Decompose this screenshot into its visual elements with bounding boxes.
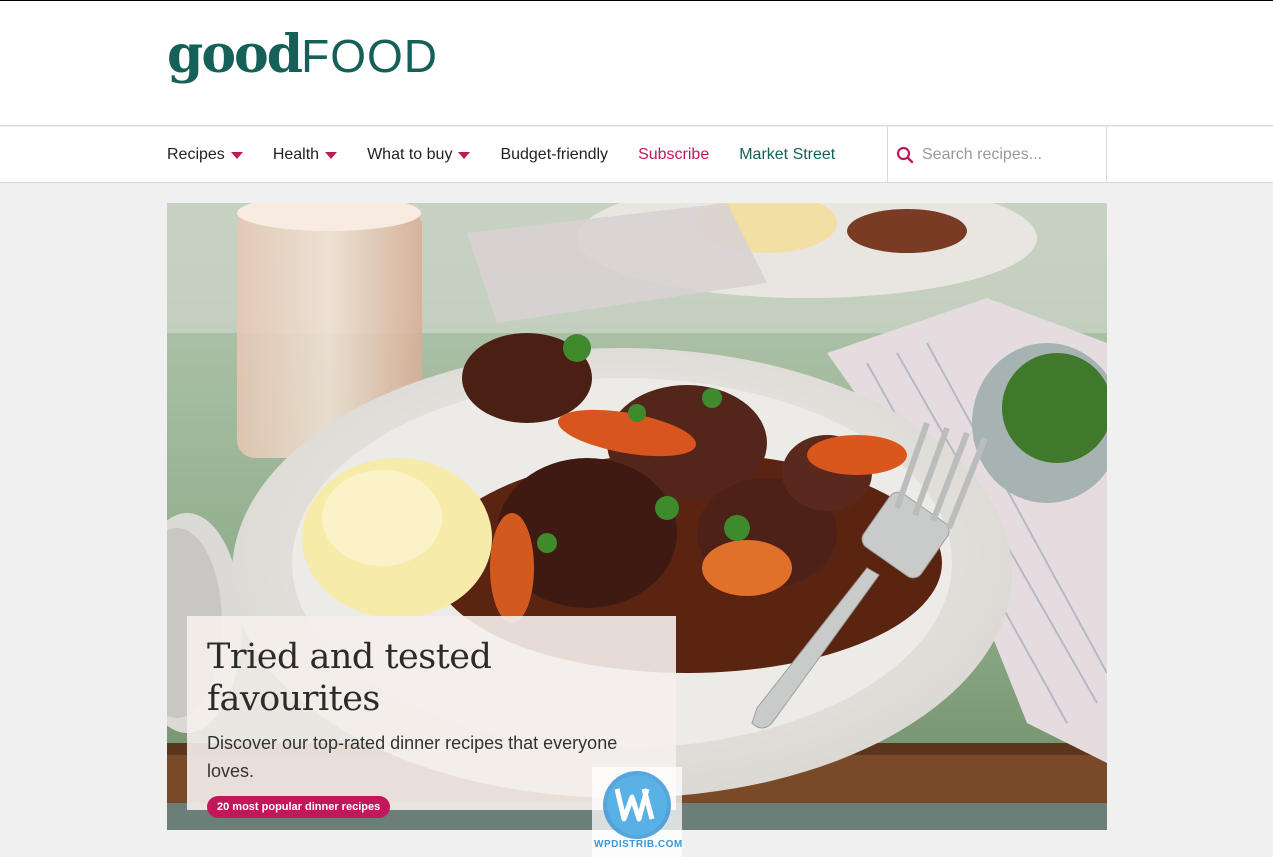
search-icon[interactable] [896, 146, 914, 164]
hero-title[interactable]: Tried and tested favourites [207, 636, 656, 720]
nav-item-budget-friendly[interactable]: Budget-friendly [500, 146, 608, 164]
nav-list: Recipes Health What to buy Budget-friend… [167, 127, 865, 183]
nav-item-label: Health [272, 146, 320, 163]
caret-down-icon [325, 152, 338, 159]
search-box[interactable] [887, 127, 1107, 183]
nav-item-what-to-buy[interactable]: What to buy [367, 146, 471, 164]
logo-food: FOOD [301, 30, 438, 82]
nav-item-label: What to buy [367, 146, 453, 163]
watermark-text: WPDISTRIB.COM [594, 839, 683, 850]
nav-item-health[interactable]: Health [272, 146, 338, 164]
main-navigation: Recipes Health What to buy Budget-friend… [0, 127, 1273, 183]
nav-item-recipes[interactable]: Recipes [167, 146, 243, 164]
nav-item-label: Subscribe [638, 146, 710, 163]
nav-item-subscribe[interactable]: Subscribe [638, 146, 709, 164]
hero-description: Discover our top-rated dinner recipes th… [207, 733, 618, 781]
site-header: goodFOOD [0, 1, 1273, 126]
caret-down-icon [458, 152, 471, 159]
search-input[interactable] [922, 146, 1092, 164]
nav-item-market-street[interactable]: Market Street [739, 146, 835, 164]
goodfood-logo[interactable]: goodFOOD [167, 29, 438, 81]
popular-recipes-button[interactable]: 20 most popular dinner recipes [207, 795, 391, 818]
nav-item-label: Market Street [739, 146, 836, 163]
logo-good: good [167, 24, 303, 85]
nav-item-label: Budget-friendly [500, 146, 609, 163]
hero-banner[interactable]: Tried and tested favourites Discover our… [167, 203, 1107, 830]
wpdistrib-watermark: WPDISTRIB.COM [592, 767, 682, 857]
nav-item-label: Recipes [167, 146, 225, 163]
caret-down-icon [230, 152, 243, 159]
